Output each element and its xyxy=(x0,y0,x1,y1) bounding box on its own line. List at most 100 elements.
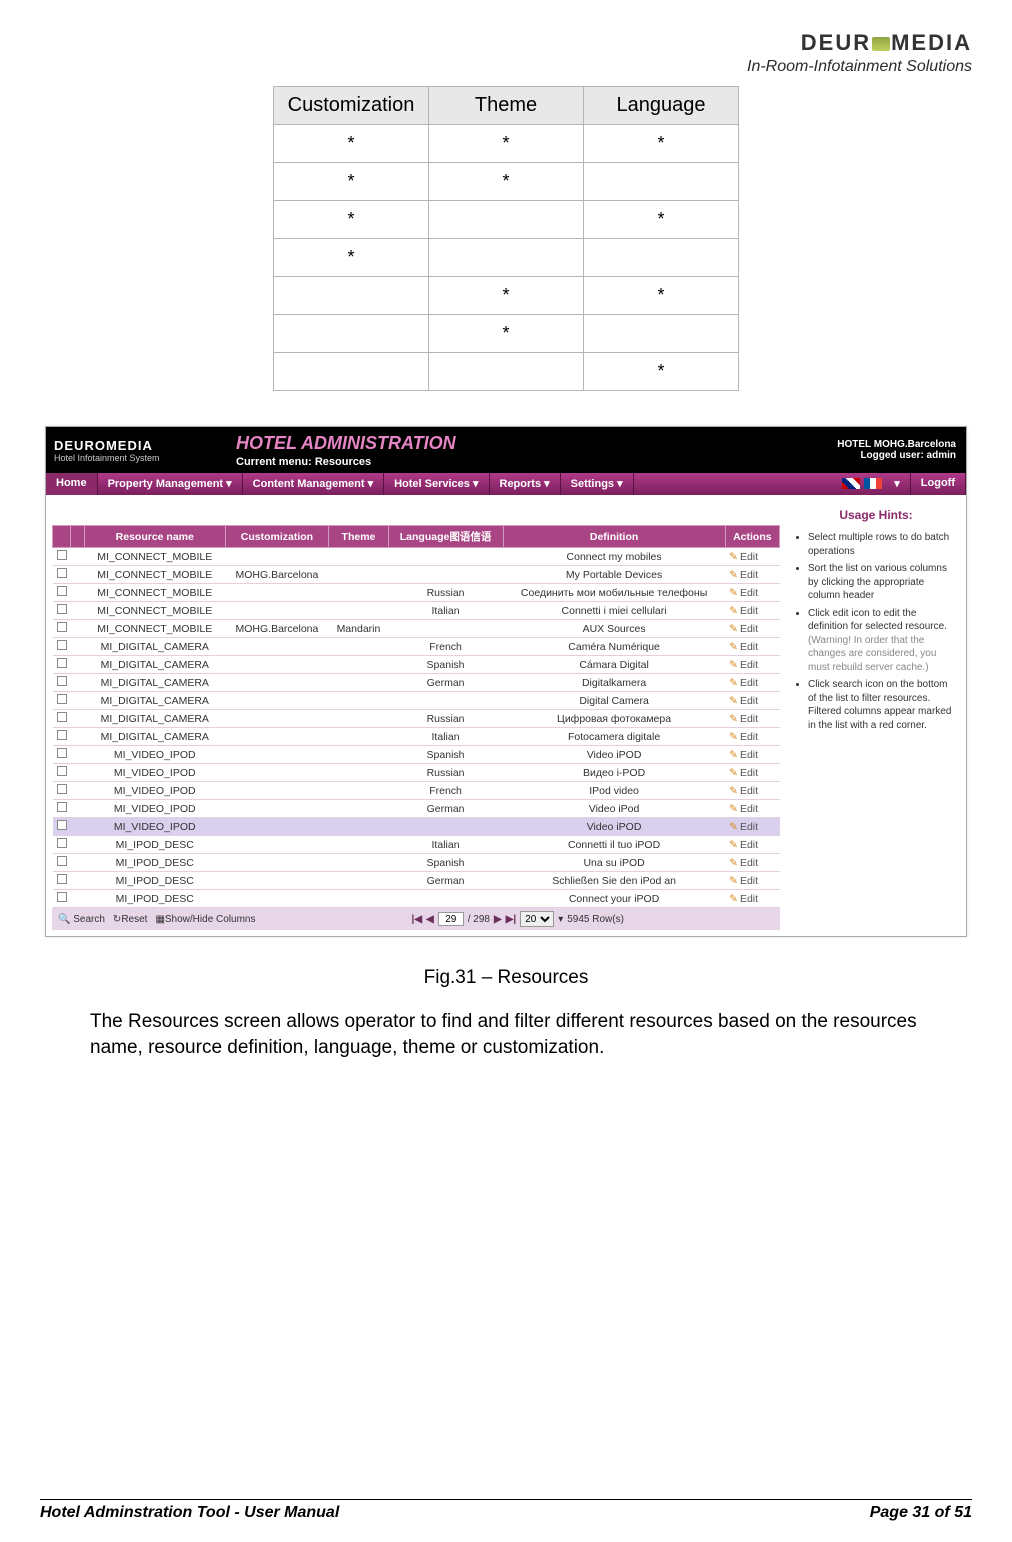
flag-uk-icon[interactable] xyxy=(842,478,860,489)
table-row[interactable]: MI_DIGITAL_CAMERAFrenchCaméra Numérique✎… xyxy=(53,638,780,656)
table-row[interactable]: MI_CONNECT_MOBILEConnect my mobiles✎Edit xyxy=(53,548,780,566)
last-page-icon[interactable]: ▶| xyxy=(506,914,517,925)
edit-action[interactable]: ✎Edit xyxy=(725,548,779,566)
first-page-icon[interactable]: |◀ xyxy=(412,914,423,925)
edit-icon[interactable]: ✎ xyxy=(729,623,738,635)
page-size-select[interactable]: 20 xyxy=(520,911,554,927)
prev-page-icon[interactable]: ◀ xyxy=(426,914,434,925)
row-checkbox[interactable] xyxy=(57,712,67,722)
table-header[interactable]: Language图语信语 xyxy=(388,526,503,548)
page-input[interactable] xyxy=(438,912,464,926)
edit-action[interactable]: ✎Edit xyxy=(725,836,779,854)
edit-icon[interactable]: ✎ xyxy=(729,605,738,617)
search-link[interactable]: 🔍 Search xyxy=(58,914,105,925)
edit-action[interactable]: ✎Edit xyxy=(725,764,779,782)
showhide-link[interactable]: ▦Show/Hide Columns xyxy=(155,914,255,925)
row-checkbox[interactable] xyxy=(57,856,67,866)
table-row[interactable]: MI_VIDEO_IPODRussianВидео i-POD✎Edit xyxy=(53,764,780,782)
table-row[interactable]: MI_DIGITAL_CAMERASpanishCámara Digital✎E… xyxy=(53,656,780,674)
edit-action[interactable]: ✎Edit xyxy=(725,782,779,800)
nav-item[interactable]: Property Management ▾ xyxy=(98,473,243,495)
edit-action[interactable]: ✎Edit xyxy=(725,710,779,728)
edit-icon[interactable]: ✎ xyxy=(729,695,738,707)
row-checkbox[interactable] xyxy=(57,892,67,902)
row-checkbox[interactable] xyxy=(57,874,67,884)
table-row[interactable]: MI_VIDEO_IPODSpanishVideo iPOD✎Edit xyxy=(53,746,780,764)
table-row[interactable]: MI_IPOD_DESCSpanishUna su iPOD✎Edit xyxy=(53,854,780,872)
row-checkbox[interactable] xyxy=(57,748,67,758)
edit-icon[interactable]: ✎ xyxy=(729,569,738,581)
table-header[interactable]: Definition xyxy=(503,526,725,548)
row-checkbox[interactable] xyxy=(57,730,67,740)
table-row[interactable]: MI_CONNECT_MOBILEItalianConnetti i miei … xyxy=(53,602,780,620)
table-row[interactable]: MI_DIGITAL_CAMERARussianЦифровая фотокам… xyxy=(53,710,780,728)
table-header[interactable]: Actions xyxy=(725,526,779,548)
edit-icon[interactable]: ✎ xyxy=(729,875,738,887)
edit-icon[interactable]: ✎ xyxy=(729,677,738,689)
edit-icon[interactable]: ✎ xyxy=(729,587,738,599)
edit-action[interactable]: ✎Edit xyxy=(725,566,779,584)
edit-icon[interactable]: ✎ xyxy=(729,803,738,815)
table-row[interactable]: MI_VIDEO_IPODVideo iPOD✎Edit xyxy=(53,818,780,836)
edit-action[interactable]: ✎Edit xyxy=(725,674,779,692)
edit-icon[interactable]: ✎ xyxy=(729,659,738,671)
edit-action[interactable]: ✎Edit xyxy=(725,800,779,818)
table-header[interactable] xyxy=(71,526,85,548)
nav-item[interactable]: Home xyxy=(46,473,98,495)
row-checkbox[interactable] xyxy=(57,622,67,632)
table-row[interactable]: MI_IPOD_DESCItalianConnetti il tuo iPOD✎… xyxy=(53,836,780,854)
edit-icon[interactable]: ✎ xyxy=(729,731,738,743)
edit-action[interactable]: ✎Edit xyxy=(725,872,779,890)
row-checkbox[interactable] xyxy=(57,676,67,686)
edit-action[interactable]: ✎Edit xyxy=(725,692,779,710)
row-checkbox[interactable] xyxy=(57,658,67,668)
table-row[interactable]: MI_CONNECT_MOBILEMOHG.BarcelonaMandarinA… xyxy=(53,620,780,638)
edit-action[interactable]: ✎Edit xyxy=(725,818,779,836)
edit-action[interactable]: ✎Edit xyxy=(725,854,779,872)
table-header[interactable]: Resource name xyxy=(85,526,226,548)
nav-item[interactable]: Hotel Services ▾ xyxy=(384,473,489,495)
table-row[interactable]: MI_DIGITAL_CAMERAItalianFotocamera digit… xyxy=(53,728,780,746)
table-header[interactable]: Theme xyxy=(329,526,388,548)
row-checkbox[interactable] xyxy=(57,694,67,704)
edit-action[interactable]: ✎Edit xyxy=(725,656,779,674)
edit-icon[interactable]: ✎ xyxy=(729,713,738,725)
table-header[interactable]: Customization xyxy=(225,526,329,548)
edit-icon[interactable]: ✎ xyxy=(729,551,738,563)
table-row[interactable]: MI_VIDEO_IPODGermanVideo iPod✎Edit xyxy=(53,800,780,818)
table-row[interactable]: MI_CONNECT_MOBILERussianСоединить мои мо… xyxy=(53,584,780,602)
reset-link[interactable]: ↻Reset xyxy=(113,914,148,925)
row-checkbox[interactable] xyxy=(57,766,67,776)
flag-fr-icon[interactable] xyxy=(864,478,882,489)
table-row[interactable]: MI_VIDEO_IPODFrenchIPod video✎Edit xyxy=(53,782,780,800)
edit-icon[interactable]: ✎ xyxy=(729,767,738,779)
edit-icon[interactable]: ✎ xyxy=(729,641,738,653)
edit-icon[interactable]: ✎ xyxy=(729,857,738,869)
table-row[interactable]: MI_DIGITAL_CAMERADigital Camera✎Edit xyxy=(53,692,780,710)
nav-item[interactable]: Settings ▾ xyxy=(561,473,634,495)
table-row[interactable]: MI_IPOD_DESCGermanSchließen Sie den iPod… xyxy=(53,872,780,890)
edit-icon[interactable]: ✎ xyxy=(729,785,738,797)
nav-item[interactable]: Content Management ▾ xyxy=(243,473,384,495)
edit-action[interactable]: ✎Edit xyxy=(725,620,779,638)
row-checkbox[interactable] xyxy=(57,802,67,812)
table-row[interactable]: MI_DIGITAL_CAMERAGermanDigitalkamera✎Edi… xyxy=(53,674,780,692)
table-row[interactable]: MI_IPOD_DESCConnect your iPOD✎Edit xyxy=(53,890,780,908)
table-row[interactable]: MI_CONNECT_MOBILEMOHG.BarcelonaMy Portab… xyxy=(53,566,780,584)
row-checkbox[interactable] xyxy=(57,604,67,614)
edit-icon[interactable]: ✎ xyxy=(729,893,738,905)
table-header[interactable] xyxy=(53,526,71,548)
logoff-link[interactable]: Logoff xyxy=(911,473,966,495)
edit-icon[interactable]: ✎ xyxy=(729,749,738,761)
row-checkbox[interactable] xyxy=(57,838,67,848)
edit-action[interactable]: ✎Edit xyxy=(725,584,779,602)
nav-item[interactable]: Reports ▾ xyxy=(490,473,561,495)
edit-icon[interactable]: ✎ xyxy=(729,821,738,833)
edit-action[interactable]: ✎Edit xyxy=(725,602,779,620)
edit-action[interactable]: ✎Edit xyxy=(725,638,779,656)
row-checkbox[interactable] xyxy=(57,568,67,578)
row-checkbox[interactable] xyxy=(57,820,67,830)
edit-action[interactable]: ✎Edit xyxy=(725,890,779,908)
edit-action[interactable]: ✎Edit xyxy=(725,728,779,746)
flag-dropdown[interactable]: ▾ xyxy=(884,473,911,495)
